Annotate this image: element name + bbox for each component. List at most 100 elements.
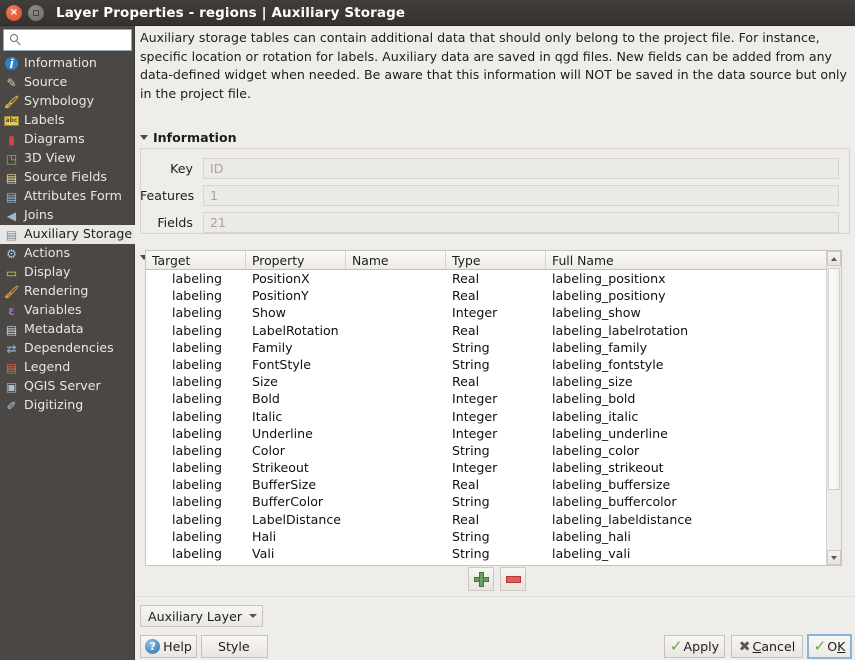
sidebar-item-label: Dependencies [24, 342, 114, 355]
table-row[interactable]: labelingColorStringlabeling_color [146, 442, 827, 459]
sidebar-item-information[interactable]: iInformation [0, 54, 135, 73]
table-cell: Family [246, 339, 346, 356]
sidebar-item-source-fields[interactable]: ▤Source Fields [0, 168, 135, 187]
maximize-icon [33, 10, 39, 16]
information-section-header[interactable]: Information [140, 130, 237, 145]
ok-button[interactable]: ✓ OK [807, 634, 852, 659]
table-cell: Underline [246, 425, 346, 442]
sidebar-item-variables[interactable]: εVariables [0, 301, 135, 320]
sidebar-item-attributes-form[interactable]: ▤Attributes Form [0, 187, 135, 206]
table-row[interactable]: labelingSizeReallabeling_size [146, 373, 827, 390]
table-row[interactable]: labelingBufferSizeReallabeling_buffersiz… [146, 476, 827, 493]
sidebar-item-label: Attributes Form [24, 190, 122, 203]
sidebar-item-display[interactable]: ▭Display [0, 263, 135, 282]
symbology-icon: 🖌 [3, 94, 20, 110]
features-label: Features [140, 188, 203, 203]
table-cell: PositionX [246, 270, 346, 287]
close-window-button[interactable]: × [6, 5, 22, 21]
table-cell: BufferSize [246, 476, 346, 493]
sidebar-item-dependencies[interactable]: ⇄Dependencies [0, 339, 135, 358]
scrollbar-thumb[interactable] [828, 268, 840, 490]
sidebar-item-label: Actions [24, 247, 70, 260]
table-cell: String [446, 442, 546, 459]
column-header-property[interactable]: Property [246, 251, 346, 269]
table-row[interactable]: labelingLabelRotationReallabeling_labelr… [146, 322, 827, 339]
apply-button[interactable]: ✓ Apply [664, 635, 725, 658]
information-section-title: Information [153, 130, 237, 145]
sidebar-item-3d-view[interactable]: ◳3D View [0, 149, 135, 168]
table-row[interactable]: labelingValiStringlabeling_vali [146, 545, 827, 562]
sidebar-item-symbology[interactable]: 🖌Symbology [0, 92, 135, 111]
table-cell: labeling [146, 545, 246, 562]
scroll-down-arrow-icon[interactable] [827, 550, 841, 565]
sidebar-item-label: Diagrams [24, 133, 85, 146]
column-header-full-name[interactable]: Full Name [546, 251, 827, 269]
table-cell: labeling_buffercolor [546, 493, 827, 510]
column-header-target[interactable]: Target [146, 251, 246, 269]
sidebar-item-auxiliary-storage[interactable]: ▤ Auxiliary Storage [0, 225, 135, 244]
table-row[interactable]: labelingStrikeoutIntegerlabeling_strikeo… [146, 459, 827, 476]
add-field-button[interactable] [468, 567, 494, 591]
table-cell: labeling_positiony [546, 287, 827, 304]
sidebar-item-source[interactable]: ✎Source [0, 73, 135, 92]
sidebar-item-actions[interactable]: ⚙ Actions [0, 244, 135, 263]
sidebar-item-label: Metadata [24, 323, 84, 336]
sidebar-item-label: Auxiliary Storage [24, 228, 132, 241]
table-cell: Bold [246, 390, 346, 407]
qgis-server-icon: ▣ [3, 379, 20, 395]
footer-divider [135, 596, 855, 597]
sidebar-item-label: 3D View [24, 152, 76, 165]
table-cell: String [446, 493, 546, 510]
sidebar-item-legend[interactable]: ▤Legend [0, 358, 135, 377]
search-input[interactable] [26, 32, 130, 48]
sidebar-item-diagrams[interactable]: ▮Diagrams [0, 130, 135, 149]
sidebar-item-label: Variables [24, 304, 82, 317]
sidebar-item-digitizing[interactable]: ✐Digitizing [0, 396, 135, 415]
style-button[interactable]: Style [201, 635, 268, 658]
table-row[interactable]: labelingItalicIntegerlabeling_italic [146, 408, 827, 425]
features-field[interactable]: 1 [203, 185, 839, 206]
sidebar-nav-list: iInformation✎Source🖌SymbologyabcLabels▮D… [0, 54, 135, 415]
help-button[interactable]: ? Help [140, 635, 197, 658]
sidebar-search[interactable] [3, 29, 132, 51]
fields-table-scrollbar[interactable] [826, 251, 841, 565]
actions-icon: ⚙ [3, 246, 20, 262]
sidebar-item-rendering[interactable]: 🖌Rendering [0, 282, 135, 301]
maximize-window-button[interactable] [28, 5, 44, 21]
table-row[interactable]: labelingPositionYReallabeling_positiony [146, 287, 827, 304]
sidebar-item-label: Display [24, 266, 70, 279]
table-row[interactable]: labelingLabelDistanceReallabeling_labeld… [146, 511, 827, 528]
table-cell: labeling_strikeout [546, 459, 827, 476]
table-row[interactable]: labelingBoldIntegerlabeling_bold [146, 390, 827, 407]
table-cell: BufferColor [246, 493, 346, 510]
table-row[interactable]: labelingUnderlineIntegerlabeling_underli… [146, 425, 827, 442]
key-field[interactable]: ID [203, 158, 839, 179]
table-cell: Hali [246, 528, 346, 545]
table-row[interactable]: labelingFontStyleStringlabeling_fontstyl… [146, 356, 827, 373]
auxiliary-storage-icon: ▤ [3, 227, 20, 243]
cancel-button[interactable]: ✖ Cancel [731, 635, 803, 658]
table-cell: labeling_buffersize [546, 476, 827, 493]
table-row[interactable]: labelingFamilyStringlabeling_family [146, 339, 827, 356]
search-icon [8, 32, 24, 48]
scroll-up-arrow-icon[interactable] [827, 251, 841, 266]
remove-field-button[interactable] [500, 567, 526, 591]
table-cell: labeling [146, 408, 246, 425]
table-row[interactable]: labelingHaliStringlabeling_hali [146, 528, 827, 545]
table-row[interactable]: labelingShowIntegerlabeling_show [146, 304, 827, 321]
column-header-name[interactable]: Name [346, 251, 446, 269]
column-header-type[interactable]: Type [446, 251, 546, 269]
auxiliary-layer-menu-button[interactable]: Auxiliary Layer [140, 605, 263, 627]
sidebar-item-qgis-server[interactable]: ▣QGIS Server [0, 377, 135, 396]
table-cell: labeling [146, 356, 246, 373]
table-cell: labeling [146, 304, 246, 321]
sidebar-item-joins[interactable]: ◀Joins [0, 206, 135, 225]
sidebar-item-labels[interactable]: abcLabels [0, 111, 135, 130]
fields-count-field[interactable]: 21 [203, 212, 839, 233]
apply-button-label: Apply [684, 639, 720, 654]
table-row[interactable]: labelingBufferColorStringlabeling_buffer… [146, 493, 827, 510]
sidebar-item-metadata[interactable]: ▤Metadata [0, 320, 135, 339]
fields-label: Fields [140, 215, 203, 230]
table-cell: labeling_labelrotation [546, 322, 827, 339]
table-row[interactable]: labelingPositionXReallabeling_positionx [146, 270, 827, 287]
